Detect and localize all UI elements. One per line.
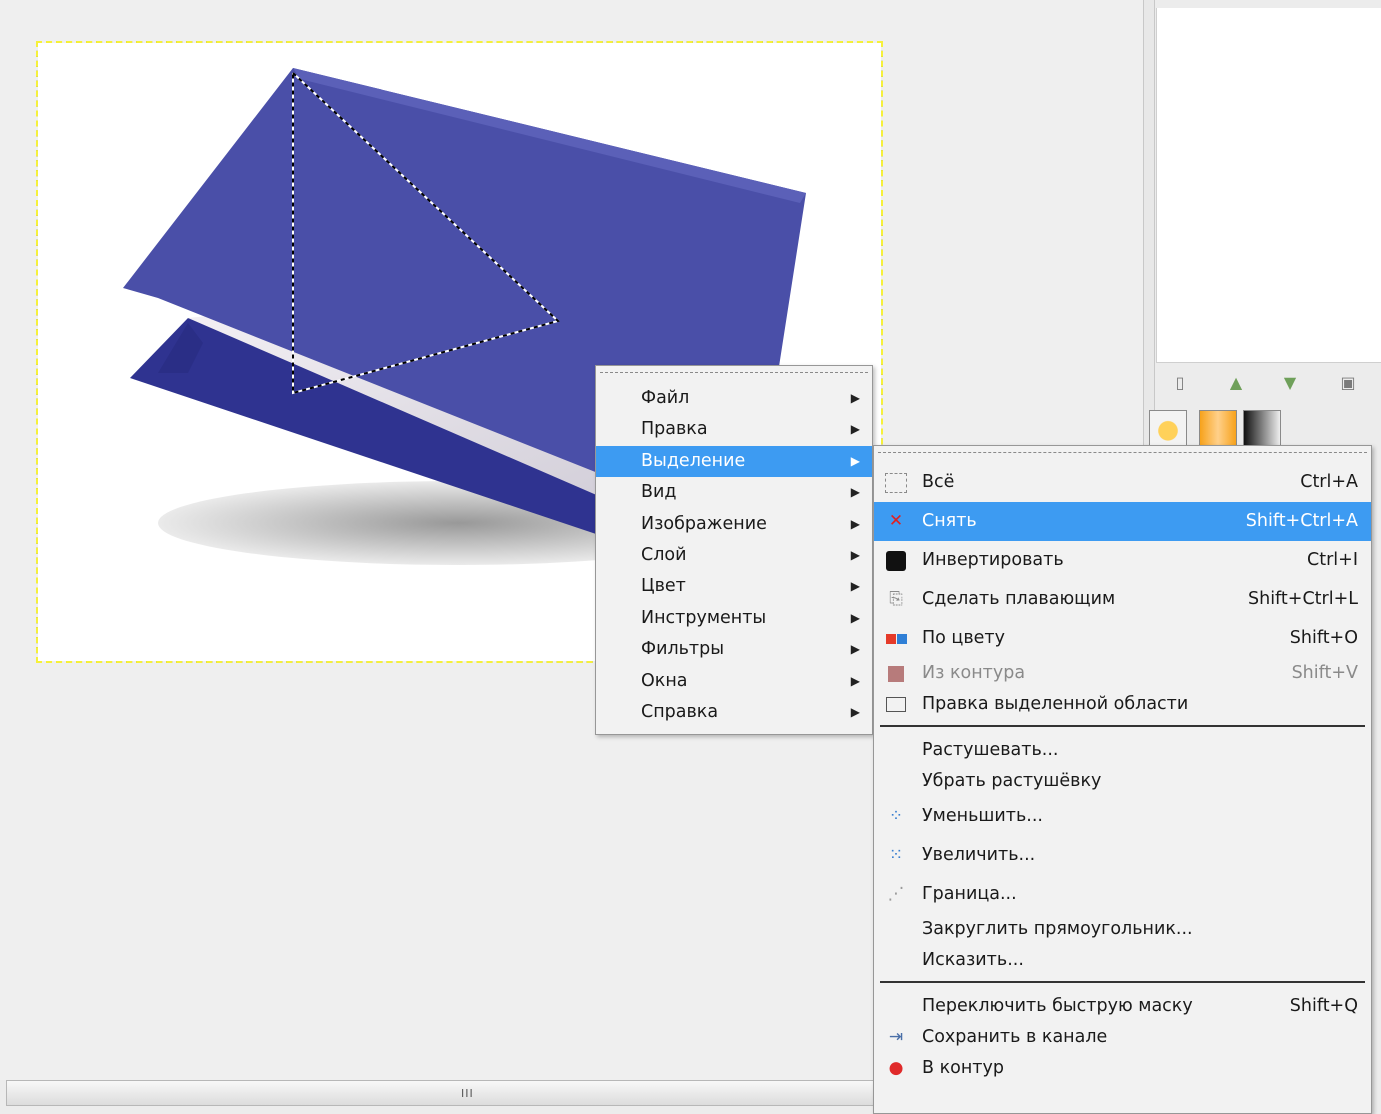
- shrink-icon: ⁘: [888, 806, 904, 826]
- select-all-icon: [882, 463, 910, 502]
- menu-item-from-path[interactable]: Из контура Shift+V: [874, 658, 1371, 689]
- selection-editor-icon: [882, 689, 910, 720]
- submenu-arrow-icon: ▶: [850, 516, 860, 531]
- save-to-channel-icon: ⇥: [888, 1027, 904, 1047]
- submenu-arrow-icon: ▶: [850, 391, 860, 405]
- submenu-arrow-icon: ▶: [850, 547, 860, 562]
- menu-item-layer[interactable]: Слой ▶: [596, 540, 872, 571]
- menu-item-filters[interactable]: Фильтры ▶: [596, 634, 872, 665]
- menu-item-grow[interactable]: ⁙ Увеличить...: [874, 836, 1371, 875]
- menu-item-select-none[interactable]: ✕ Снять Shift+Ctrl+A: [874, 502, 1371, 541]
- raise-layer-icon[interactable]: ▲: [1224, 370, 1248, 394]
- selection-submenu: Всё Ctrl+A ✕ Снять Shift+Ctrl+A Инвертир…: [873, 445, 1372, 1114]
- menu-item-shrink[interactable]: ⁘ Уменьшить...: [874, 797, 1371, 836]
- grow-icon: ⁙: [888, 845, 904, 865]
- new-layer-icon[interactable]: ▯: [1168, 370, 1192, 394]
- layers-list[interactable]: [1156, 8, 1381, 363]
- menu-item-sharpen[interactable]: Убрать растушёвку: [874, 766, 1371, 797]
- menu-item-to-path[interactable]: ● В контур: [874, 1053, 1371, 1084]
- submenu-tearoff[interactable]: [878, 452, 1367, 463]
- from-path-icon: [882, 658, 910, 689]
- submenu-arrow-icon: ▶: [850, 422, 860, 437]
- dock-tabs: [1147, 410, 1381, 450]
- float-selection-icon: ⎘: [889, 589, 903, 609]
- menu-item-by-color[interactable]: По цвету Shift+O: [874, 619, 1371, 658]
- menu-item-edit[interactable]: Правка ▶: [596, 414, 872, 445]
- menu-separator: [880, 981, 1365, 983]
- select-by-color-icon: [882, 619, 910, 658]
- invert-selection-icon: [882, 541, 910, 580]
- brushes-tab-icon[interactable]: [1149, 410, 1187, 448]
- menu-item-view[interactable]: Вид ▶: [596, 477, 872, 508]
- menu-item-tools[interactable]: Инструменты ▶: [596, 603, 872, 634]
- menu-item-select-all[interactable]: Всё Ctrl+A: [874, 463, 1371, 502]
- menu-item-image[interactable]: Изображение ▶: [596, 509, 872, 540]
- submenu-arrow-icon: ▶: [850, 673, 860, 688]
- horizontal-scrollbar[interactable]: III: [6, 1080, 874, 1106]
- menu-item-windows[interactable]: Окна ▶: [596, 666, 872, 697]
- submenu-arrow-icon: ▶: [850, 453, 860, 468]
- menu-item-selection-editor[interactable]: Правка выделенной области: [874, 689, 1371, 720]
- menu-item-select[interactable]: Выделение ▶: [596, 445, 872, 478]
- menu-separator: [880, 725, 1365, 727]
- menu-item-save-to-channel[interactable]: ⇥ Сохранить в канале: [874, 1022, 1371, 1053]
- layers-toolbar: ▯ ▲ ▼ ▣: [1156, 364, 1381, 400]
- menu-item-border[interactable]: ⋰ Граница...: [874, 875, 1371, 914]
- menu-item-file[interactable]: Файл ▶: [596, 383, 872, 414]
- menu-item-help[interactable]: Справка ▶: [596, 697, 872, 728]
- submenu-arrow-icon: ▶: [850, 704, 860, 719]
- menu-item-toggle-quick-mask[interactable]: Переключить быструю маску Shift+Q: [874, 991, 1371, 1022]
- menu-item-float[interactable]: ⎘ Сделать плавающим Shift+Ctrl+L: [874, 580, 1371, 619]
- menu-item-colors[interactable]: Цвет ▶: [596, 571, 872, 602]
- menu-tearoff[interactable]: [600, 372, 868, 383]
- menu-item-distort[interactable]: Исказить...: [874, 945, 1371, 976]
- submenu-arrow-icon: ▶: [850, 579, 860, 594]
- image-context-menu: Файл ▶ Правка ▶ Выделение ▶ Вид ▶ Изображени…: [595, 365, 873, 735]
- gradients-tab-icon[interactable]: [1243, 410, 1281, 448]
- patterns-tab-icon[interactable]: [1199, 410, 1237, 448]
- menu-item-rounded-rectangle[interactable]: Закруглить прямоугольник...: [874, 914, 1371, 945]
- to-path-icon: ●: [888, 1058, 904, 1078]
- lower-layer-icon[interactable]: ▼: [1278, 370, 1302, 394]
- select-none-icon: ✕: [888, 511, 904, 531]
- menu-item-feather[interactable]: Растушевать...: [874, 735, 1371, 766]
- submenu-arrow-icon: ▶: [850, 642, 860, 657]
- submenu-arrow-icon: ▶: [850, 485, 860, 500]
- scrollbar-grip[interactable]: III: [461, 1087, 474, 1100]
- menu-item-invert[interactable]: Инвертировать Ctrl+I: [874, 541, 1371, 580]
- submenu-arrow-icon: ▶: [850, 610, 860, 625]
- border-icon: ⋰: [887, 884, 905, 904]
- duplicate-layer-icon[interactable]: ▣: [1336, 370, 1360, 394]
